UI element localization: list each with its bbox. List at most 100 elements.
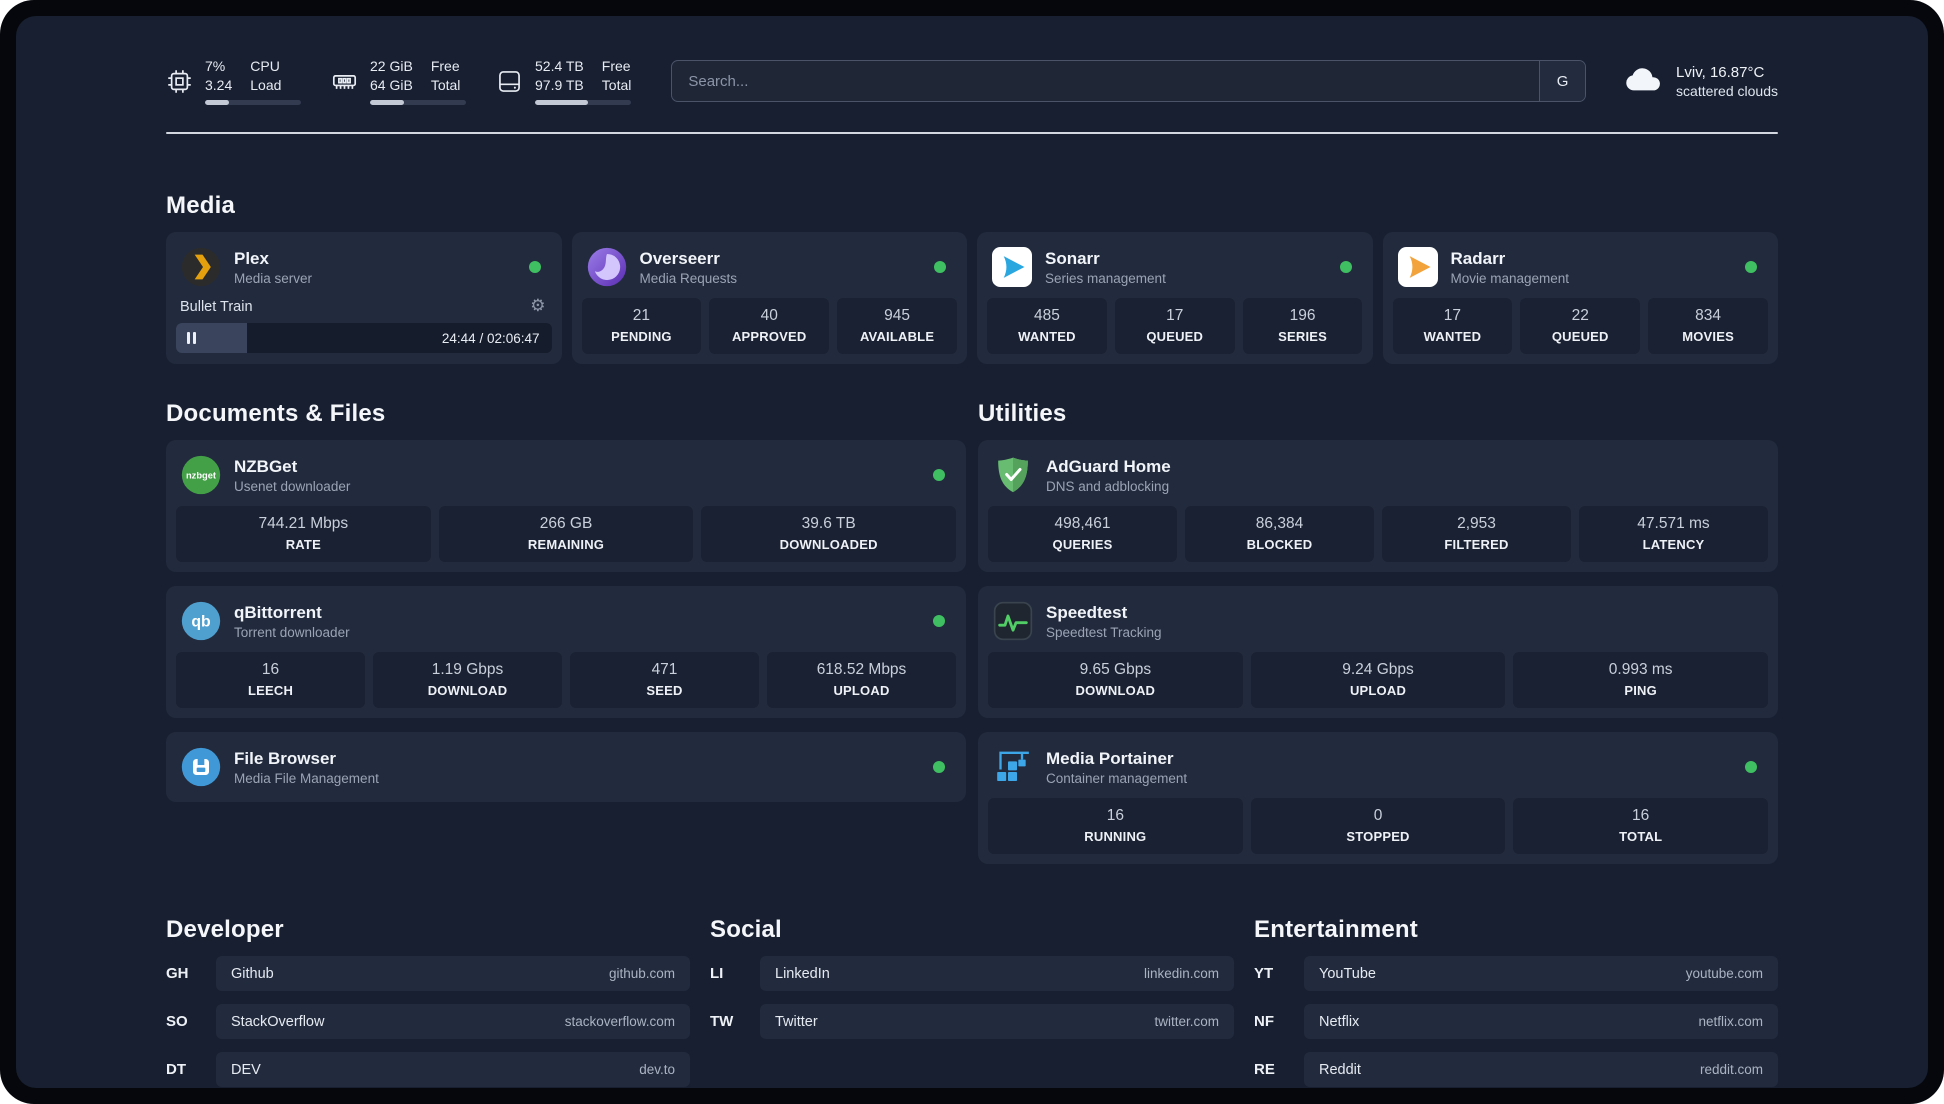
stat-value: 17	[1443, 307, 1462, 324]
search-input[interactable]	[672, 61, 1540, 101]
disk-stat: 52.4 TB 97.9 TB Free Total	[496, 57, 632, 105]
stat-tile: 0 STOPPED	[1250, 798, 1506, 854]
stat-label: MOVIES	[1682, 329, 1734, 344]
app-card-radarr[interactable]: Radarr Movie management 17 WANTED 22 QUE…	[1382, 232, 1778, 364]
bookmark-link-reddit[interactable]: Reddit reddit.com	[1304, 1052, 1778, 1087]
app-name: Media Portainer	[1046, 748, 1174, 768]
stat-tile: 39.6 TB DOWNLOADED	[701, 506, 957, 562]
app-card-sonarr[interactable]: Sonarr Series management 485 WANTED 17 Q…	[977, 232, 1373, 364]
now-playing-title: Bullet Train	[180, 298, 253, 315]
bookmark-name: Reddit	[1319, 1061, 1361, 1078]
status-dot	[934, 261, 946, 273]
bookmark-abbr: RE	[1254, 1061, 1275, 1078]
overseerr-icon	[586, 246, 628, 288]
status-dot	[1339, 261, 1352, 273]
app-subtitle: Media File Management	[234, 770, 379, 786]
bookmark-link-stackoverflow[interactable]: StackOverflow stackoverflow.com	[216, 1004, 690, 1039]
stat-value: 16	[261, 661, 280, 678]
app-card-plex[interactable]: Plex Media server Bullet Train ⚙ 24:44 /…	[166, 232, 562, 364]
stat-value: 86,384	[1255, 515, 1304, 532]
bookmark-name: LinkedIn	[775, 965, 830, 982]
cpu-icon	[166, 68, 193, 95]
stat-value: 471	[651, 661, 678, 678]
section-utilities: Utilities AdGuard Home DNS and adblockin…	[978, 400, 1778, 878]
stat-value: 9.24 Gbps	[1342, 661, 1414, 678]
app-card-qbittorrent[interactable]: qb qBittorrent Torrent downloader 16 LEE…	[166, 586, 966, 718]
stat-value: 196	[1289, 307, 1316, 324]
stat-label: QUEUED	[1146, 329, 1204, 344]
app-subtitle: Media server	[234, 270, 313, 286]
bookmark-url: twitter.com	[1154, 1014, 1219, 1029]
bookmark-abbr: DT	[166, 1061, 186, 1078]
stat-tile: 17 QUEUED	[1114, 298, 1235, 354]
stat-label: BLOCKED	[1246, 537, 1313, 552]
stat-value: 945	[884, 307, 910, 324]
app-subtitle: Movie management	[1450, 270, 1570, 286]
stat-tile: 16 RUNNING	[988, 798, 1243, 854]
bookmark-link-youtube[interactable]: YouTube youtube.com	[1304, 956, 1778, 991]
gear-icon[interactable]: ⚙	[530, 298, 545, 315]
bookmark-url: linkedin.com	[1143, 966, 1219, 981]
stat-label: SEED	[646, 683, 683, 698]
stat-label: AVAILABLE	[859, 329, 935, 344]
weather-condition: scattered clouds	[1676, 82, 1778, 99]
stat-label: RATE	[285, 537, 321, 552]
stat-tile: 266 GB REMAINING	[438, 506, 694, 562]
stat-tile: 86,384 BLOCKED	[1185, 506, 1374, 562]
pause-icon[interactable]	[187, 332, 196, 344]
app-card-filebrowser[interactable]: File Browser Media File Management	[166, 732, 966, 802]
app-card-overseerr[interactable]: Overseerr Media Requests 21 PENDING 40 A…	[571, 232, 967, 364]
ram-progressbar	[370, 99, 466, 105]
stat-label: TOTAL	[1619, 829, 1663, 844]
stat-tile: 945 AVAILABLE	[837, 298, 957, 354]
status-dot	[1745, 261, 1757, 273]
status-dot	[933, 761, 945, 773]
nzbget-icon: nzbget	[180, 454, 222, 496]
app-card-nzbget[interactable]: nzbget NZBGet Usenet downloader 744.21 M…	[166, 440, 966, 572]
section-title-developer: Developer	[166, 916, 284, 943]
bookmark-row: GH Github github.com	[166, 956, 690, 991]
bookmark-link-linkedin[interactable]: LinkedIn linkedin.com	[760, 956, 1234, 991]
bookmark-link-dev[interactable]: DEV dev.to	[216, 1052, 690, 1087]
ram-labels: Free Total	[430, 58, 461, 93]
status-dot	[528, 261, 541, 273]
app-card-portainer[interactable]: Media Portainer Container management 16 …	[978, 732, 1778, 864]
stat-tile: 47.571 ms LATENCY	[1579, 506, 1768, 562]
cpu-progressbar	[205, 99, 301, 105]
stat-tile: 0.993 ms PING	[1513, 652, 1769, 708]
app-name: Overseerr	[639, 248, 720, 268]
stat-tile: 618.52 Mbps UPLOAD	[767, 652, 956, 708]
stat-value: 40	[760, 307, 778, 324]
app-name: Speedtest	[1046, 602, 1128, 622]
bookmark-link-twitter[interactable]: Twitter twitter.com	[760, 1004, 1234, 1039]
bookmark-link-github[interactable]: Github github.com	[216, 956, 690, 991]
section-documents: Documents & Files nzbget NZBGet Usenet d…	[166, 400, 966, 816]
status-dot	[933, 615, 945, 627]
bookmark-abbr: GH	[166, 965, 189, 982]
stat-value: 16	[1106, 807, 1124, 824]
stat-tile: 16 TOTAL	[1513, 798, 1769, 854]
app-card-speedtest[interactable]: Speedtest Speedtest Tracking 9.65 Gbps D…	[978, 586, 1778, 718]
app-card-adguard[interactable]: AdGuard Home DNS and adblocking 498,461 …	[978, 440, 1778, 572]
stat-value: 0.993 ms	[1608, 661, 1673, 678]
app-name: File Browser	[234, 748, 337, 768]
player-seek-bar[interactable]: 24:44 / 02:06:47	[176, 323, 552, 353]
stat-value: 47.571 ms	[1637, 515, 1710, 532]
bookmark-row: SO StackOverflow stackoverflow.com	[166, 1004, 690, 1039]
status-dot	[933, 469, 945, 481]
bookmark-link-netflix[interactable]: Netflix netflix.com	[1304, 1004, 1778, 1039]
status-dot	[1745, 761, 1757, 773]
stat-tile: 2,953 FILTERED	[1382, 506, 1571, 562]
stat-tile: 834 MOVIES	[1648, 298, 1768, 354]
stat-label: LEECH	[247, 683, 294, 698]
stat-label: QUERIES	[1052, 537, 1113, 552]
window-frame: 7% 3.24 CPU Load 22 GiB 64 GiB Free Tota…	[0, 0, 1944, 1104]
stat-tile: 1.19 Gbps DOWNLOAD	[373, 652, 562, 708]
app-name: Radarr	[1450, 248, 1506, 268]
search-shortcut-button[interactable]: G	[1539, 61, 1586, 101]
disk-labels: Free Total	[601, 58, 632, 93]
stat-value: 485	[1033, 307, 1060, 324]
stat-tile: 16 LEECH	[176, 652, 365, 708]
cpu-values: 7% 3.24	[205, 58, 233, 93]
search-bar: G	[671, 60, 1587, 102]
